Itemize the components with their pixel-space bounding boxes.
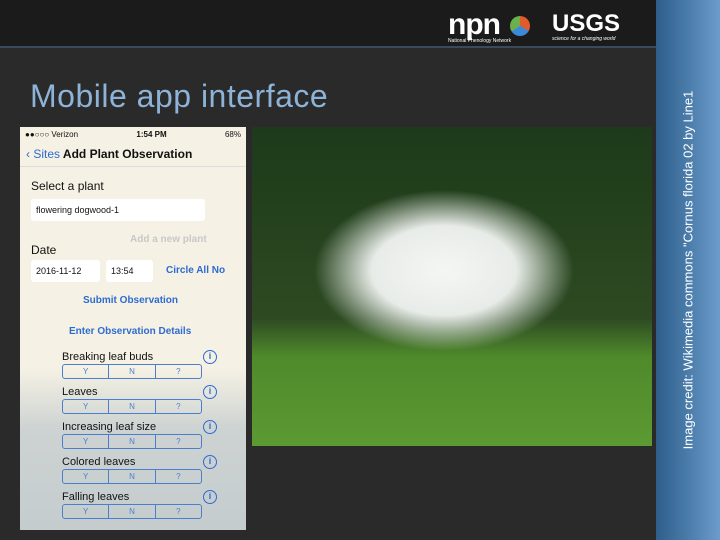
option-yes[interactable]: Y — [63, 365, 110, 378]
phenophase-name: Falling leaves — [62, 491, 130, 503]
usgs-logo: USGS science for a changing world — [552, 10, 621, 43]
info-icon[interactable]: i — [203, 385, 217, 399]
npn-logo: npn National Phenology Network — [448, 8, 512, 45]
info-icon[interactable]: i — [203, 455, 217, 469]
dogwood-photo — [252, 127, 652, 446]
time-field[interactable]: 13:54 — [106, 260, 153, 282]
npn-logo-icon — [510, 16, 530, 36]
phenophase-name: Leaves — [62, 386, 98, 398]
details-heading: Enter Observation Details — [69, 326, 192, 337]
option-no[interactable]: N — [109, 365, 156, 378]
option-unknown[interactable]: ? — [156, 505, 201, 518]
time: 1:54 PM — [136, 130, 167, 139]
nav-title: Add Plant Observation — [62, 147, 193, 161]
option-no[interactable]: N — [109, 505, 156, 518]
info-icon[interactable]: i — [203, 420, 217, 434]
phenophase-row: Leaves Y N? — [62, 386, 202, 414]
yn-segmented-control: Y N? — [62, 504, 202, 519]
option-unknown[interactable]: ? — [156, 470, 201, 483]
phenophase-row: Increasing leaf size Y N? — [62, 421, 202, 449]
yn-segmented-control: Y N? — [62, 399, 202, 414]
date-label: Date — [31, 243, 57, 257]
info-icon[interactable]: i — [203, 490, 217, 504]
option-no[interactable]: N — [109, 470, 156, 483]
phenophase-row: Colored leaves Y N? — [62, 456, 202, 484]
date-field[interactable]: 2016-11-12 — [31, 260, 100, 282]
back-button[interactable]: ‹ Sites — [26, 147, 60, 161]
yn-segmented-control: Y N? — [62, 434, 202, 449]
option-no[interactable]: N — [109, 400, 156, 413]
option-yes[interactable]: Y — [63, 435, 110, 448]
nav-bar: ‹ Sites Add Plant Observation — [20, 143, 246, 167]
carrier: ●●○○○ Verizon — [25, 130, 79, 139]
battery: 68% — [224, 130, 241, 139]
phenophase-row: Breaking leaf buds Y N? — [62, 351, 202, 379]
phenophase-row: Falling leaves Y N? — [62, 491, 202, 519]
select-plant-label: Select a plant — [31, 179, 104, 193]
option-unknown[interactable]: ? — [156, 400, 201, 413]
option-unknown[interactable]: ? — [156, 435, 201, 448]
yn-segmented-control: Y N? — [62, 469, 202, 484]
option-yes[interactable]: Y — [63, 505, 110, 518]
status-bar: ●●○○○ Verizon 1:54 PM 68% — [20, 127, 246, 143]
option-yes[interactable]: Y — [63, 470, 110, 483]
phenophase-name: Colored leaves — [62, 456, 136, 468]
image-credit: Image credit: Wikimedia commons "Cornus … — [680, 90, 696, 450]
phone-screenshot: ●●○○○ Verizon 1:54 PM 68% ‹ Sites Add Pl… — [20, 127, 246, 530]
submit-observation-button[interactable]: Submit Observation — [83, 295, 178, 306]
yn-segmented-control: Y N? — [62, 364, 202, 379]
slide-title: Mobile app interface — [30, 78, 329, 114]
phenophase-name: Increasing leaf size — [62, 421, 157, 433]
option-no[interactable]: N — [109, 435, 156, 448]
circle-all-no-button[interactable]: Circle All No — [166, 265, 225, 276]
info-icon[interactable]: i — [203, 350, 217, 364]
plant-field[interactable]: flowering dogwood-1 — [31, 199, 205, 221]
add-plant-link[interactable]: Add a new plant — [130, 234, 207, 245]
phenophase-name: Breaking leaf buds — [62, 351, 154, 363]
option-yes[interactable]: Y — [63, 400, 110, 413]
option-unknown[interactable]: ? — [156, 365, 201, 378]
